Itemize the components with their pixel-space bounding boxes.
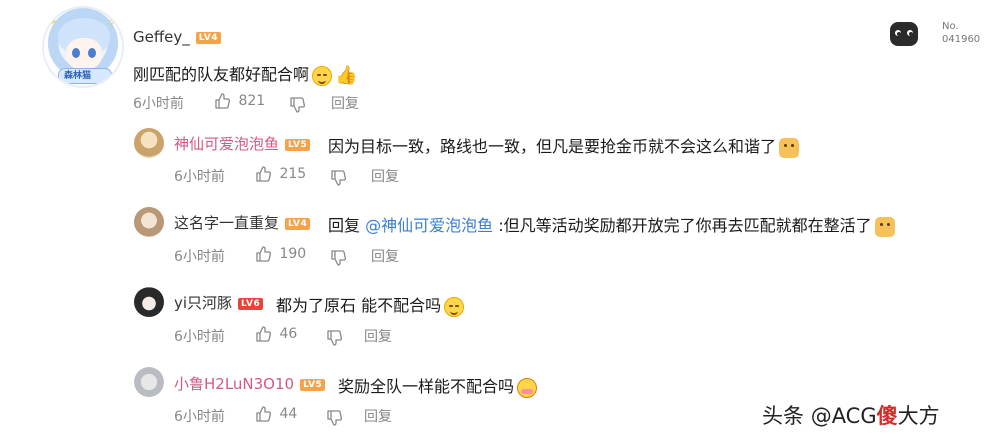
level-badge: LV4: [285, 217, 311, 230]
reply-time: 6小时前: [174, 169, 225, 185]
like-count: 190: [279, 246, 307, 262]
reply-header: 小鲁H2LuN3O10 LV5: [174, 373, 326, 394]
watermark-handle: @ACG: [810, 404, 877, 428]
comment-time: 6小时前: [133, 96, 184, 112]
like-button[interactable]: 821: [214, 93, 265, 109]
thumbs-down-icon: [331, 169, 346, 186]
watermark-prefix: 头条: [762, 404, 804, 428]
thumbs-down-icon: [327, 329, 342, 346]
like-count: 44: [279, 406, 298, 422]
thumbs-up-icon: [256, 246, 271, 262]
reply-username[interactable]: yi只河豚: [174, 294, 232, 312]
reply-avatar[interactable]: [134, 128, 164, 158]
like-count: 215: [279, 166, 307, 182]
level-badge: LV5: [300, 378, 326, 391]
reply-avatar[interactable]: [134, 207, 164, 237]
thumbs-down-icon: [290, 96, 305, 113]
serial-value: 041960: [942, 34, 981, 45]
main-comment-meta: 6小时前: [133, 93, 184, 113]
dislike-button[interactable]: [326, 327, 342, 346]
shy-emoji-icon: [517, 377, 538, 398]
dislike-button[interactable]: [330, 167, 346, 186]
thumbs-down-icon: [327, 409, 342, 426]
like-button[interactable]: 190: [255, 246, 306, 262]
reply-body: 奖励全队一样能不配合吗: [338, 377, 515, 396]
main-comment-username[interactable]: Geffey_: [133, 28, 190, 46]
level-badge: LV4: [195, 31, 222, 44]
main-comment-body: 刚匹配的队友都好配合啊: [133, 65, 310, 84]
reply-username[interactable]: 小鲁H2LuN3O10: [174, 375, 294, 393]
watermark: 头条 @ACG傻大方: [762, 400, 940, 430]
owl-badge-icon: [890, 22, 918, 46]
reply-time: 6小时前: [174, 329, 225, 345]
watermark-red-char: 傻: [876, 404, 898, 428]
reply-button[interactable]: 回复: [371, 246, 399, 266]
dog-emoji-icon: [874, 216, 895, 237]
reply-button[interactable]: 回复: [331, 93, 359, 113]
thumbs-down-icon: [331, 249, 346, 266]
reply-header: 神仙可爱泡泡鱼 LV5: [174, 133, 311, 154]
thumbs-up-icon: [256, 406, 271, 422]
reply-avatar[interactable]: [134, 287, 164, 317]
reply-header: yi只河豚 LV6: [174, 292, 264, 313]
avatar-stamp-text: 森林猫: [64, 71, 92, 81]
reply-time: 6小时前: [174, 409, 225, 425]
watermark-suffix: 大方: [897, 404, 940, 428]
reply-body: 因为目标一致，路线也一致，但凡是要抢金币就不会这么和谐了: [328, 137, 777, 156]
level-badge: LV5: [285, 138, 311, 151]
reply-button[interactable]: 回复: [364, 406, 392, 426]
serial-number: No. 041960: [942, 20, 980, 46]
reply-text: 都为了原石 能不配合吗: [276, 292, 465, 317]
grin-emoji-icon: [444, 296, 465, 317]
smile-emoji-icon: [312, 65, 333, 86]
reply-username[interactable]: 神仙可爱泡泡鱼: [174, 135, 279, 153]
reply-text: 回复 @神仙可爱泡泡鱼 :但凡等活动奖励都开放完了你再去匹配就都在整活了: [328, 212, 895, 237]
reply-button[interactable]: 回复: [364, 326, 392, 346]
reply-header: 这名字一直重复 LV4: [174, 212, 311, 233]
reply-body: 都为了原石 能不配合吗: [276, 296, 442, 315]
serial-label: No.: [942, 21, 959, 32]
dislike-button[interactable]: [289, 94, 305, 113]
like-count: 821: [238, 93, 266, 109]
dislike-button[interactable]: [330, 247, 346, 266]
thumbs-up-icon: [256, 326, 271, 342]
thumbs-up-icon: [256, 166, 271, 182]
reply-button[interactable]: 回复: [371, 166, 399, 186]
level-badge: LV6: [238, 297, 264, 310]
main-comment-header: Geffey_ LV4: [133, 27, 222, 46]
main-comment-text: 刚匹配的队友都好配合啊 👍: [133, 61, 357, 86]
reply-time: 6小时前: [174, 249, 225, 265]
reply-body: :但凡等活动奖励都开放完了你再去匹配就都在整活了: [498, 216, 872, 235]
dog-emoji-icon: [779, 137, 800, 158]
like-button[interactable]: 215: [255, 166, 306, 182]
thumbs-up-icon: [215, 93, 230, 109]
reply-text: 奖励全队一样能不配合吗: [338, 373, 538, 398]
dislike-button[interactable]: [326, 407, 342, 426]
reply-avatar[interactable]: [134, 367, 164, 397]
reply-prefix: 回复: [328, 216, 361, 235]
like-button[interactable]: 46: [255, 326, 297, 342]
like-button[interactable]: 44: [255, 406, 297, 422]
reply-text: 因为目标一致，路线也一致，但凡是要抢金币就不会这么和谐了: [328, 133, 800, 158]
mention-link[interactable]: @神仙可爱泡泡鱼: [365, 216, 493, 235]
thumbs-up-emoji-icon: 👍: [335, 65, 358, 86]
main-comment-avatar[interactable]: ⚡ ⚡ 森林猫: [42, 6, 124, 88]
reply-username[interactable]: 这名字一直重复: [174, 214, 279, 232]
like-count: 46: [279, 326, 298, 342]
